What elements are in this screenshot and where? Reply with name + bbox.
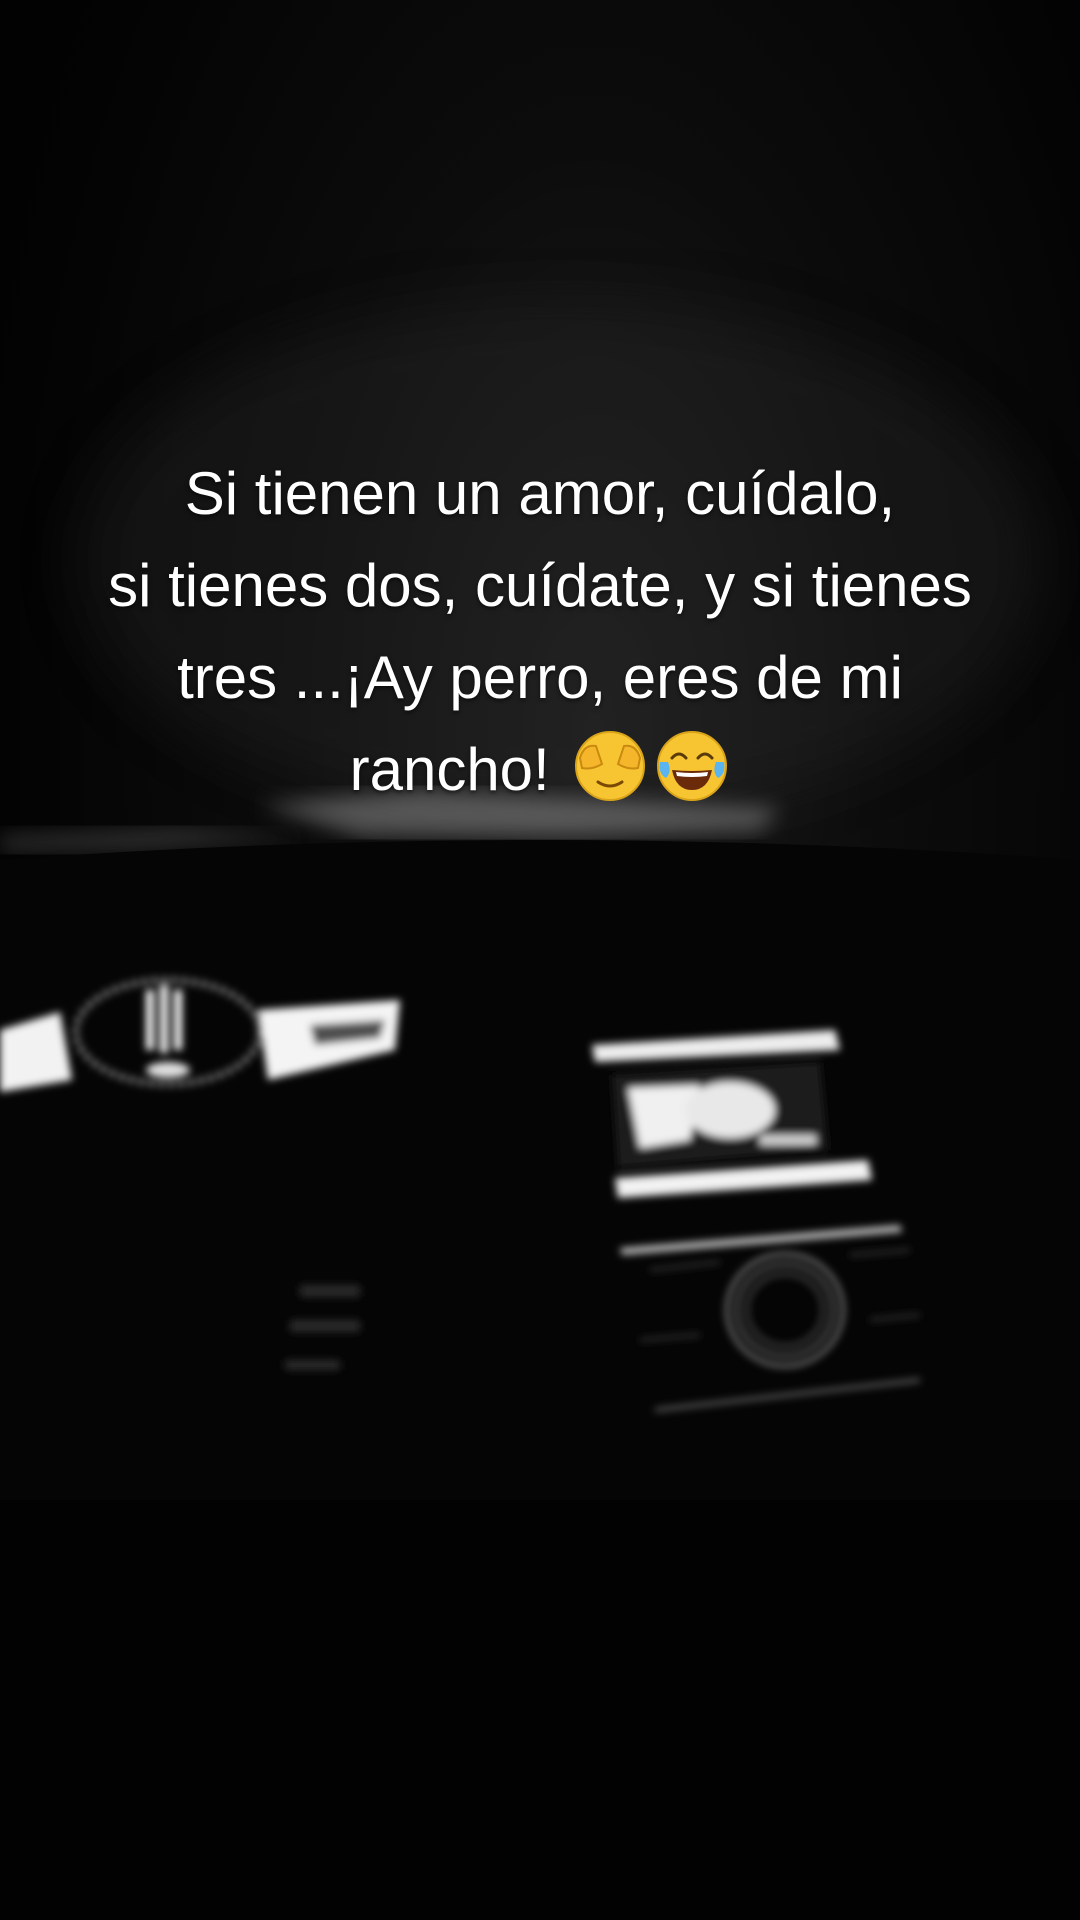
caption-line-3: tres ...¡Ay perro, eres de mi bbox=[177, 644, 903, 711]
video-frame: Si tienen un amor, cuídalo, si tienes do… bbox=[0, 0, 1080, 1920]
face-with-tears-of-joy-icon bbox=[654, 728, 730, 804]
caption-line-1: Si tienen un amor, cuídalo, bbox=[184, 460, 896, 527]
caption-text: Si tienen un amor, cuídalo, si tienes do… bbox=[40, 448, 1040, 816]
caption-line-4: rancho! bbox=[40, 724, 1040, 816]
caption-line-4-text: rancho! bbox=[349, 736, 550, 803]
caption-line-2: si tienes dos, cuídate, y si tienes bbox=[108, 552, 972, 619]
face-with-hand-over-mouth-icon bbox=[572, 728, 648, 804]
car-dashboard-background bbox=[0, 300, 1080, 1920]
